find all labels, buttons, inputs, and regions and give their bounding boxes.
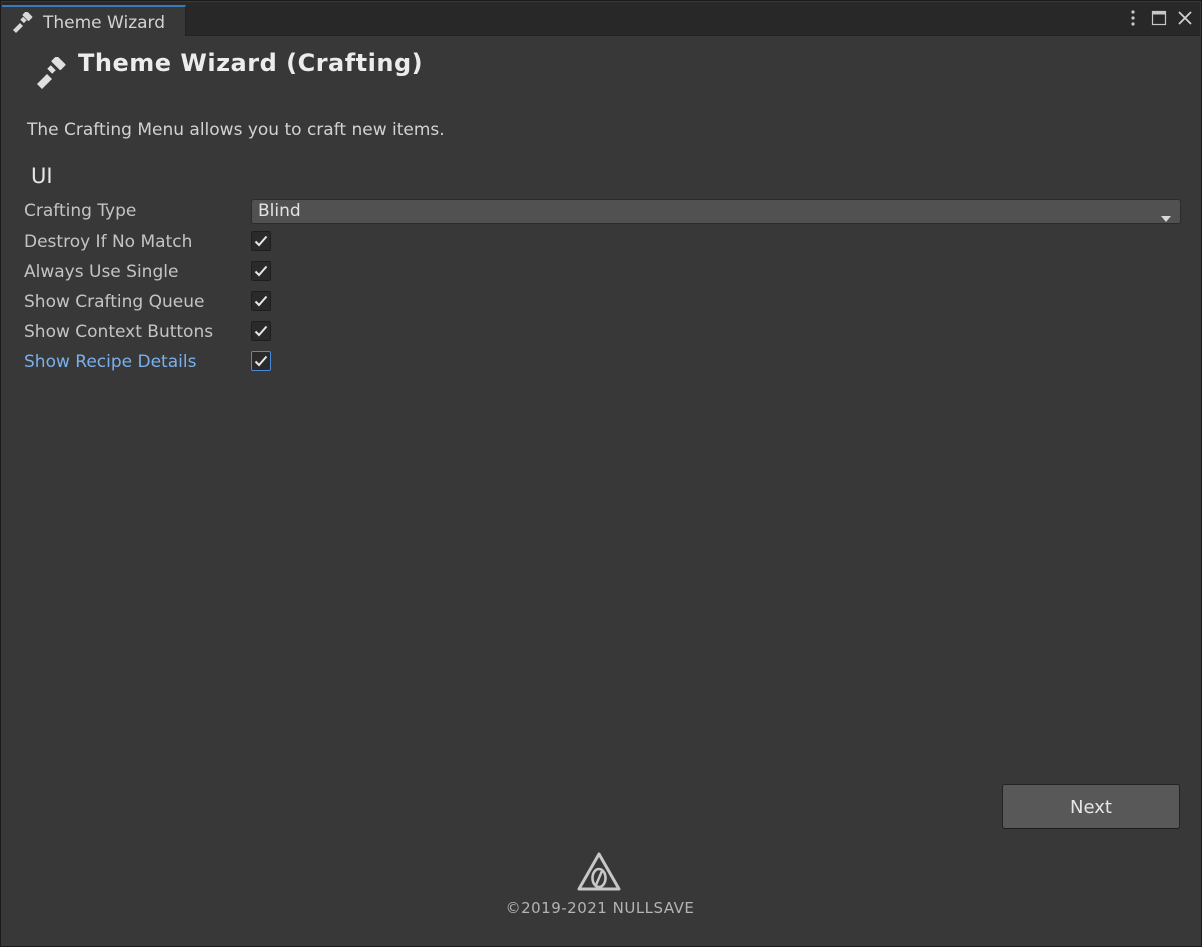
field-always-use-single: Always Use Single: [24, 260, 1181, 286]
field-show-crafting-queue: Show Crafting Queue: [24, 290, 1181, 316]
checkmark-icon: [254, 355, 268, 367]
theme-wizard-window: Theme Wizard Theme Wizard (Crafting) The…: [0, 0, 1202, 947]
show-recipe-details-checkbox[interactable]: [251, 351, 271, 371]
field-label: Always Use Single: [24, 262, 179, 282]
wizard-description: The Crafting Menu allows you to craft ne…: [27, 120, 445, 140]
field-label: Destroy If No Match: [24, 232, 193, 252]
paintbrush-icon: [12, 11, 34, 34]
window-controls: [1124, 8, 1194, 28]
field-show-recipe-details: Show Recipe Details: [24, 350, 1181, 376]
checkmark-icon: [254, 325, 268, 337]
show-context-buttons-checkbox[interactable]: [251, 321, 271, 341]
checkmark-icon: [254, 295, 268, 307]
destroy-if-no-match-checkbox[interactable]: [251, 231, 271, 251]
tab-bar: Theme Wizard: [2, 2, 1200, 36]
maximize-icon[interactable]: [1150, 8, 1168, 28]
field-show-context-buttons: Show Context Buttons: [24, 320, 1181, 346]
field-label: Show Crafting Queue: [24, 292, 205, 312]
paintbrush-icon: [35, 55, 69, 91]
close-icon[interactable]: [1176, 8, 1194, 28]
field-crafting-type: Crafting Type Blind: [24, 199, 1181, 225]
always-use-single-checkbox[interactable]: [251, 261, 271, 281]
dropdown-value: Blind: [258, 201, 301, 221]
next-button[interactable]: Next: [1002, 784, 1180, 829]
show-crafting-queue-checkbox[interactable]: [251, 291, 271, 311]
tab-label: Theme Wizard: [43, 13, 166, 33]
tab-theme-wizard[interactable]: Theme Wizard: [2, 5, 186, 36]
field-label: Show Context Buttons: [24, 322, 214, 342]
chevron-down-icon: [1160, 208, 1172, 222]
nullsave-logo-icon: [576, 851, 622, 893]
checkmark-icon: [254, 235, 268, 247]
section-title-ui: UI: [31, 164, 53, 188]
field-label: Show Recipe Details: [24, 352, 197, 372]
field-destroy-if-no-match: Destroy If No Match: [24, 230, 1181, 256]
page-title: Theme Wizard (Crafting): [78, 49, 424, 77]
copyright-text: ©2019-2021 NULLSAVE: [505, 899, 695, 917]
crafting-type-dropdown[interactable]: Blind: [251, 199, 1181, 224]
checkmark-icon: [254, 265, 268, 277]
field-label: Crafting Type: [24, 201, 137, 221]
more-options-icon[interactable]: [1124, 8, 1142, 28]
